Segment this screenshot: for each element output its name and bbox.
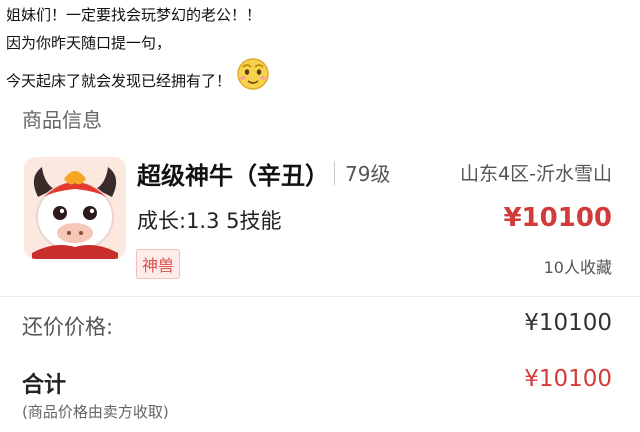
- item-type-badge: 神兽: [136, 249, 181, 279]
- item-price: ¥10100: [503, 203, 612, 233]
- item-server: 山东4区-沂水雪山: [460, 163, 612, 185]
- bargain-label: 还价价格:: [22, 315, 114, 339]
- post-text-line-2: 因为你昨天随口提一句，: [6, 34, 172, 52]
- item-stats: 成长:1.3 5技能: [137, 209, 282, 233]
- section-divider: [0, 296, 640, 297]
- post-text-line-3: 今天起床了就会发现已经拥有了！: [6, 72, 232, 90]
- total-note: (商品价格由卖方收取): [22, 403, 169, 421]
- post-text-line-1: 姐妹们！一定要找会玩梦幻的老公！！: [6, 6, 262, 24]
- level-divider: [334, 161, 335, 185]
- total-label: 合计: [22, 373, 67, 398]
- item-level: 79级: [345, 162, 391, 186]
- item-name[interactable]: 超级神牛（辛丑）: [137, 156, 329, 191]
- favorites-count: 10人收藏: [543, 258, 612, 277]
- bargain-value[interactable]: ¥10100: [524, 310, 612, 336]
- section-title: 商品信息: [22, 108, 102, 132]
- ox-pet-icon[interactable]: [24, 157, 126, 259]
- smiling-face-icon: [237, 58, 269, 90]
- total-value: ¥10100: [524, 366, 612, 392]
